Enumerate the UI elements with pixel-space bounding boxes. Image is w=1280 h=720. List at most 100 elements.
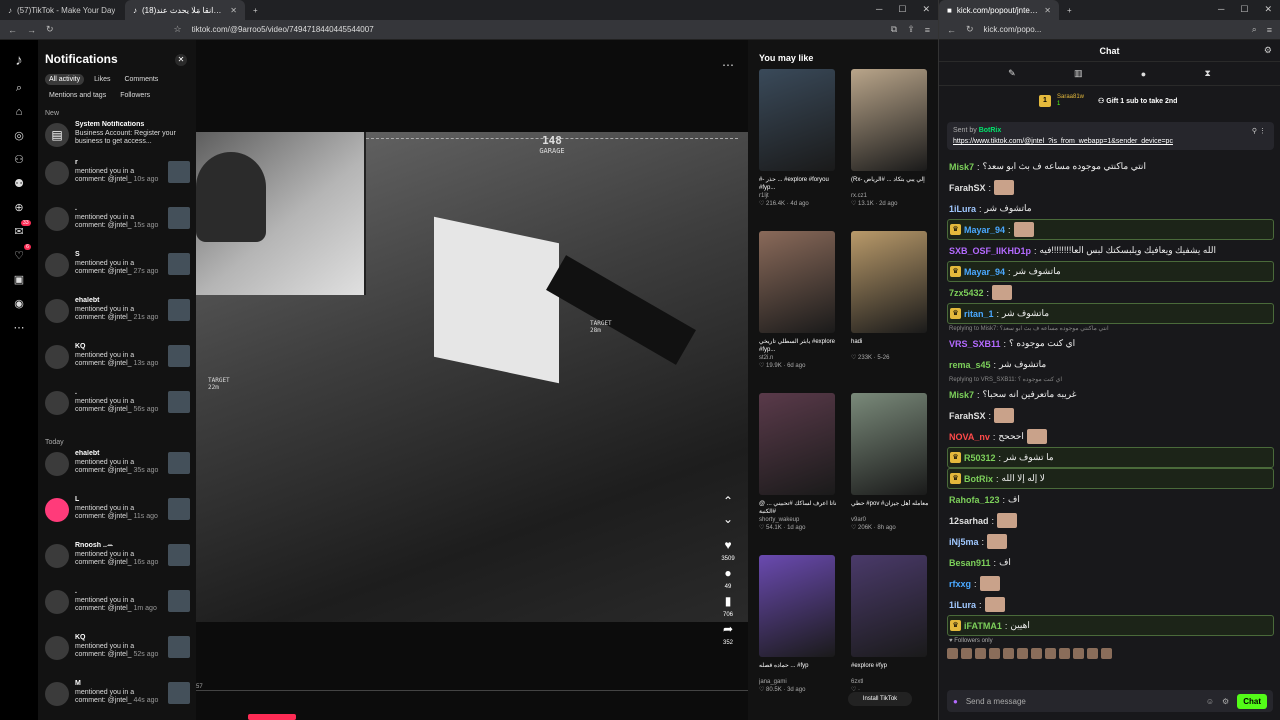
card-thumbnail[interactable] bbox=[851, 393, 927, 495]
emote-icon[interactable] bbox=[1003, 648, 1014, 659]
chevron-up-icon[interactable]: ⌃ bbox=[723, 494, 733, 508]
video-thumbnail[interactable] bbox=[168, 590, 190, 612]
activity-icon[interactable]: ♡ 6 bbox=[14, 244, 31, 262]
chat-username[interactable]: 1iLura bbox=[949, 600, 976, 610]
emote-icon[interactable] bbox=[1101, 648, 1112, 659]
recommendation-card[interactable]: حماده قصله ... #fyp jana_gami ♡ 80.5K · 3d… bbox=[759, 555, 845, 717]
video-thumbnail[interactable] bbox=[168, 498, 190, 520]
more-icon[interactable]: ⋯ bbox=[14, 321, 25, 334]
messages-icon[interactable]: ✉ 33 bbox=[14, 220, 31, 238]
emote-icon[interactable] bbox=[947, 648, 958, 659]
recommendation-card[interactable]: حطي #pov #معامله أهل جيزان v9ar0 ♡ 206K · … bbox=[851, 393, 936, 555]
zoom-icon[interactable]: ⌕ bbox=[1252, 24, 1257, 35]
video-thumbnail[interactable] bbox=[168, 253, 190, 275]
more-options-icon[interactable]: ⋯ bbox=[722, 58, 734, 72]
forward-icon[interactable]: → bbox=[27, 25, 36, 35]
video-thumbnail[interactable] bbox=[168, 636, 190, 658]
recommendation-card[interactable]: #- حذر ... #explore #foryou #fyp... r1ljt… bbox=[759, 69, 845, 231]
video-player[interactable]: 148 GARAGE TARGET 28m TARGET 22m ⋯ 57 bbox=[196, 40, 748, 720]
recommendation-card[interactable]: يابثر السطلي تاريخي #explore #fyp... st2i… bbox=[759, 231, 845, 393]
filter-likes[interactable]: Likes bbox=[90, 74, 114, 85]
chat-username[interactable]: Mayar_94 bbox=[964, 267, 1005, 277]
card-thumbnail[interactable] bbox=[851, 69, 927, 171]
reload-icon[interactable]: ↻ bbox=[966, 24, 974, 35]
chat-username[interactable]: VRS_SXB11 bbox=[949, 339, 1001, 349]
emote-icon[interactable] bbox=[961, 648, 972, 659]
emote-icon[interactable] bbox=[975, 648, 986, 659]
video-thumbnail[interactable] bbox=[168, 391, 190, 413]
emote-icon[interactable] bbox=[1045, 648, 1056, 659]
mic-icon[interactable]: ● bbox=[953, 697, 958, 706]
live-icon[interactable]: ▣ bbox=[14, 273, 24, 286]
avatar[interactable] bbox=[45, 345, 69, 369]
notification-item[interactable]: KQ mentioned you in a comment: @jntel_ 13… bbox=[45, 343, 190, 389]
save-icon[interactable]: ▮ bbox=[725, 594, 732, 608]
avatar[interactable] bbox=[45, 590, 69, 614]
chat-send-button[interactable]: Chat bbox=[1237, 693, 1267, 709]
avatar[interactable] bbox=[45, 498, 69, 522]
share-icon[interactable]: ➦ bbox=[723, 622, 733, 636]
new-tab-icon[interactable]: + bbox=[253, 6, 258, 15]
avatar[interactable] bbox=[45, 161, 69, 185]
chat-username[interactable]: Rahofa_123 bbox=[949, 495, 1000, 505]
settings-icon[interactable]: ⚙ bbox=[1222, 697, 1229, 706]
notification-item[interactable]: . mentioned you in a comment: @jntel_ 15s… bbox=[45, 205, 190, 251]
friends-icon[interactable]: ⚉ bbox=[14, 177, 24, 190]
video-thumbnail[interactable] bbox=[168, 544, 190, 566]
close-tab-icon[interactable]: ✕ bbox=[230, 6, 237, 15]
notification-item[interactable]: Rnoosh ..ꕀ mentioned you in a comment: @j… bbox=[45, 542, 190, 588]
profile-icon[interactable]: ◉ bbox=[14, 297, 24, 310]
emote-icon[interactable] bbox=[1087, 648, 1098, 659]
chevron-down-icon[interactable]: ⌄ bbox=[723, 512, 733, 526]
chat-username[interactable]: R50312 bbox=[964, 453, 996, 463]
emote-icon[interactable] bbox=[1073, 648, 1084, 659]
filter-followers[interactable]: Followers bbox=[116, 90, 154, 101]
avatar[interactable] bbox=[45, 253, 69, 277]
emote-icon[interactable] bbox=[1059, 648, 1070, 659]
avatar[interactable] bbox=[45, 636, 69, 660]
upload-icon[interactable]: ⊕ bbox=[14, 201, 23, 214]
reload-icon[interactable]: ↻ bbox=[46, 24, 54, 35]
minimize-icon[interactable]: ─ bbox=[1218, 4, 1224, 15]
install-tiktok-button[interactable]: Install TikTok bbox=[848, 692, 912, 706]
video-thumbnail[interactable] bbox=[168, 207, 190, 229]
comment-icon[interactable]: ● bbox=[724, 566, 731, 580]
close-tab-icon[interactable]: ✕ bbox=[1044, 6, 1051, 15]
avatar[interactable] bbox=[45, 299, 69, 323]
avatar[interactable] bbox=[45, 391, 69, 415]
chat-username[interactable]: Besan911 bbox=[949, 558, 991, 568]
card-thumbnail[interactable] bbox=[759, 393, 835, 495]
chat-username[interactable]: 1iLura bbox=[949, 204, 976, 214]
notification-item[interactable]: . mentioned you in a comment: @jntel_ 56s… bbox=[45, 389, 190, 435]
chat-username[interactable]: Mayar_94 bbox=[964, 225, 1005, 235]
chat-username[interactable]: NOVA_nv bbox=[949, 432, 990, 442]
bubble-icon[interactable]: ● bbox=[1141, 69, 1146, 79]
pin-icon[interactable]: ✎ bbox=[1008, 68, 1016, 79]
chat-username[interactable]: rfxxg bbox=[949, 579, 971, 589]
avatar[interactable] bbox=[45, 207, 69, 231]
maximize-icon[interactable]: ☐ bbox=[898, 4, 906, 15]
card-thumbnail[interactable] bbox=[759, 69, 835, 171]
chat-settings-icon[interactable]: ⚙ bbox=[1264, 45, 1272, 56]
trash-icon[interactable]: ▥ bbox=[1074, 68, 1083, 79]
tab-video[interactable]: ♪ (18)منادين قرانقا مَلَا يحدث عند ✕ bbox=[125, 0, 245, 20]
close-icon[interactable]: ✕ bbox=[175, 54, 187, 66]
menu-icon[interactable]: ≡ bbox=[1267, 25, 1272, 35]
pinned-link[interactable]: https://www.tiktok.com/@jntel_?is_from_w… bbox=[953, 138, 1268, 145]
chat-input[interactable]: Send a message bbox=[966, 697, 1198, 706]
avatar[interactable] bbox=[45, 682, 69, 706]
chat-username[interactable]: iNj5ma bbox=[949, 537, 979, 547]
chat-username[interactable]: SXB_OSF_IIKHD1p bbox=[949, 246, 1031, 256]
tiktok-logo-icon[interactable]: ♪ bbox=[15, 52, 23, 69]
pin-icon[interactable]: ⚲ ⋮ bbox=[1252, 127, 1266, 135]
url-field[interactable]: tiktok.com/@9arroo5/video/74947184404455… bbox=[192, 25, 881, 34]
close-window-icon[interactable]: ✕ bbox=[922, 4, 930, 15]
emote-icon[interactable] bbox=[1017, 648, 1028, 659]
chat-username[interactable]: Misk7 bbox=[949, 162, 974, 172]
tab-kick-chat[interactable]: ■ kick.com/popout/jntel/chat ✕ bbox=[939, 0, 1059, 20]
chat-username[interactable]: FarahSX bbox=[949, 183, 986, 193]
tab-tiktok[interactable]: ♪ (57)TikTok - Make Your Day bbox=[0, 0, 125, 20]
chat-username[interactable]: ritan_1 bbox=[964, 309, 994, 319]
notification-item[interactable]: ehalebt mentioned you in a comment: @jnte… bbox=[45, 450, 190, 496]
minimize-icon[interactable]: ─ bbox=[876, 4, 882, 15]
